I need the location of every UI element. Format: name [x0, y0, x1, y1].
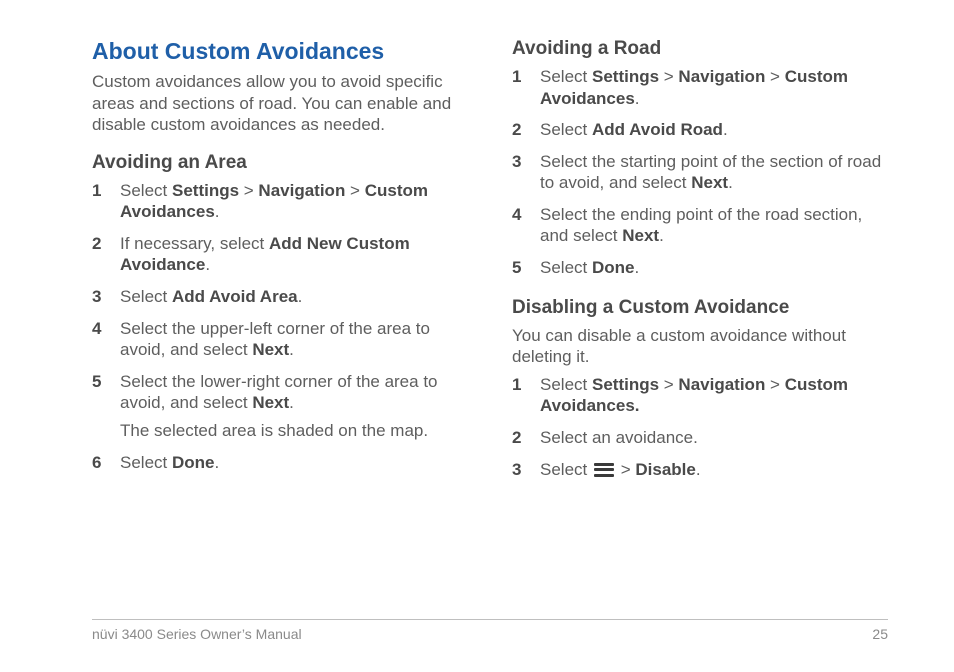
- breadcrumb-sep: >: [616, 460, 635, 479]
- section-intro: You can disable a custom avoidance witho…: [512, 325, 888, 368]
- step-suffix: .: [214, 453, 219, 472]
- bold-term: Navigation: [258, 181, 345, 200]
- step-text: Select: [540, 258, 592, 277]
- bold-term: Navigation: [678, 67, 765, 86]
- step-suffix: .: [215, 202, 220, 221]
- step-suffix: .: [696, 460, 701, 479]
- step-item: Select Add Avoid Area.: [92, 286, 468, 308]
- step-item: Select Done.: [512, 257, 888, 279]
- step-text: Select: [120, 181, 172, 200]
- subheading: Avoiding a Road: [512, 38, 888, 60]
- two-column-layout: About Custom Avoidances Custom avoidance…: [92, 38, 888, 498]
- bold-term: Next: [691, 173, 728, 192]
- bold-term: Settings: [592, 375, 659, 394]
- step-item: Select Done.: [92, 452, 468, 474]
- breadcrumb-sep: >: [659, 375, 678, 394]
- section-intro: Custom avoidances allow you to avoid spe…: [92, 71, 468, 136]
- bold-term: Settings: [172, 181, 239, 200]
- subheading: Avoiding an Area: [92, 152, 468, 174]
- step-suffix: .: [659, 226, 664, 245]
- step-text: Select: [540, 460, 592, 479]
- bold-term: Add Avoid Road: [592, 120, 723, 139]
- step-item: Select > Disable.: [512, 459, 888, 481]
- page-footer: nüvi 3400 Series Owner’s Manual 25: [92, 619, 888, 642]
- steps-list: Select Settings > Navigation > Custom Av…: [512, 374, 888, 480]
- step-item: Select Settings > Navigation > Custom Av…: [512, 66, 888, 109]
- step-text: Select: [120, 287, 172, 306]
- menu-icon: [594, 463, 614, 477]
- step-suffix: .: [634, 258, 639, 277]
- steps-list: Select Settings > Navigation > Custom Av…: [512, 66, 888, 279]
- step-text: Select the ending point of the road sect…: [540, 205, 862, 246]
- breadcrumb-sep: >: [239, 181, 258, 200]
- footer-doc-title: nüvi 3400 Series Owner’s Manual: [92, 626, 302, 642]
- bold-term: Done: [592, 258, 635, 277]
- step-suffix: .: [289, 340, 294, 359]
- disabling-avoidance-section: Disabling a Custom Avoidance You can dis…: [512, 297, 888, 480]
- step-suffix: .: [205, 255, 210, 274]
- section-title: About Custom Avoidances: [92, 38, 468, 65]
- steps-list: Select Settings > Navigation > Custom Av…: [92, 180, 468, 473]
- step-text: Select: [540, 120, 592, 139]
- step-suffix: .: [298, 287, 303, 306]
- step-text: Select: [120, 453, 172, 472]
- bold-term: Done: [172, 453, 215, 472]
- left-column: About Custom Avoidances Custom avoidance…: [92, 38, 468, 498]
- avoiding-road-section: Avoiding a Road Select Settings > Naviga…: [512, 38, 888, 279]
- bold-term: Add Avoid Area: [172, 287, 298, 306]
- breadcrumb-sep: >: [659, 67, 678, 86]
- step-text: Select an avoidance.: [540, 428, 698, 447]
- step-item: Select the starting point of the section…: [512, 151, 888, 194]
- right-column: Avoiding a Road Select Settings > Naviga…: [512, 38, 888, 498]
- step-item: Select Settings > Navigation > Custom Av…: [92, 180, 468, 223]
- bold-term: Navigation: [678, 375, 765, 394]
- bold-term: Disable: [635, 460, 695, 479]
- step-text: Select: [540, 67, 592, 86]
- step-text: If necessary, select: [120, 234, 269, 253]
- page-number: 25: [872, 626, 888, 642]
- step-item: Select the lower-right corner of the are…: [92, 371, 468, 442]
- step-text: Select: [540, 375, 592, 394]
- step-note: The selected area is shaded on the map.: [120, 420, 468, 442]
- step-item: If necessary, select Add New Custom Avoi…: [92, 233, 468, 276]
- subheading: Disabling a Custom Avoidance: [512, 297, 888, 319]
- breadcrumb-sep: >: [765, 375, 784, 394]
- breadcrumb-sep: >: [345, 181, 364, 200]
- step-item: Select an avoidance.: [512, 427, 888, 449]
- bold-term: Next: [252, 340, 289, 359]
- bold-term: Next: [622, 226, 659, 245]
- bold-term: Settings: [592, 67, 659, 86]
- step-item: Select Add Avoid Road.: [512, 119, 888, 141]
- bold-term: Next: [252, 393, 289, 412]
- step-suffix: .: [635, 89, 640, 108]
- step-item: Select Settings > Navigation > Custom Av…: [512, 374, 888, 417]
- step-item: Select the ending point of the road sect…: [512, 204, 888, 247]
- avoiding-area-section: Avoiding an Area Select Settings > Navig…: [92, 152, 468, 473]
- step-suffix: .: [289, 393, 294, 412]
- step-item: Select the upper-left corner of the area…: [92, 318, 468, 361]
- step-suffix: .: [723, 120, 728, 139]
- breadcrumb-sep: >: [765, 67, 784, 86]
- step-suffix: .: [728, 173, 733, 192]
- document-page: About Custom Avoidances Custom avoidance…: [0, 0, 954, 672]
